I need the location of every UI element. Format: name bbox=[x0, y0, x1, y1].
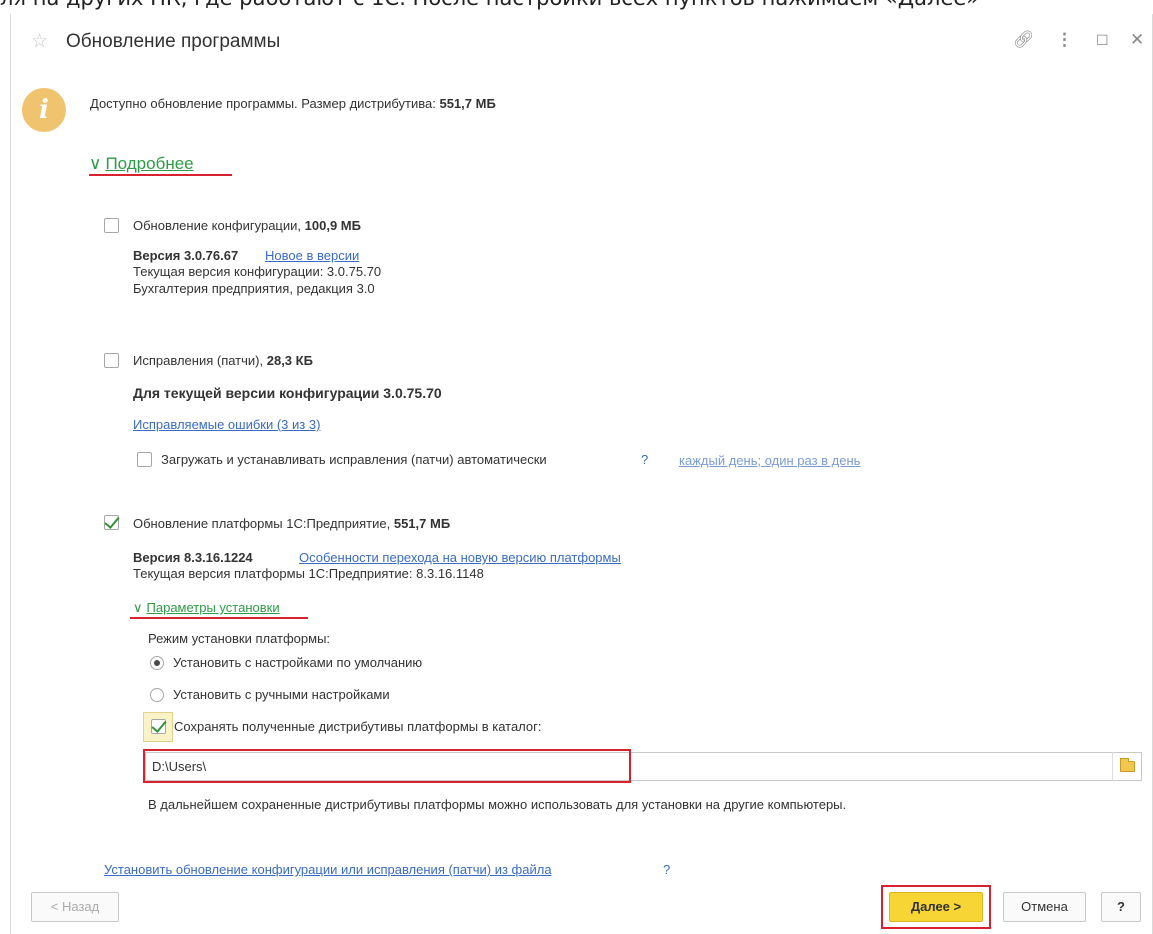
instruction-banner: ля на других ПК, где работают с 1С. Посл… bbox=[0, 0, 1153, 14]
favorite-star-icon[interactable]: ☆ bbox=[31, 30, 48, 53]
config-current-version: Текущая версия конфигурации: 3.0.75.70 bbox=[133, 264, 382, 279]
path-field-highlight bbox=[143, 749, 631, 783]
platform-update-label: Обновление платформы 1С:Предприятие, 551… bbox=[133, 516, 450, 531]
auto-patches-checkbox[interactable] bbox=[137, 452, 152, 467]
config-update-label: Обновление конфигурации, 100,9 МБ bbox=[133, 218, 361, 233]
patches-checkbox[interactable] bbox=[104, 353, 119, 368]
maximize-icon[interactable]: ☐ bbox=[1096, 32, 1109, 49]
details-underline-highlight bbox=[89, 174, 232, 176]
chevron-down-icon: ∨ bbox=[89, 154, 102, 173]
whats-new-link[interactable]: Новое в версии bbox=[265, 248, 359, 263]
help-button[interactable]: ? bbox=[1101, 892, 1141, 922]
details-toggle-link[interactable]: ∨ Подробнее bbox=[89, 154, 194, 174]
platform-update-checkbox[interactable] bbox=[104, 515, 119, 530]
install-from-file-link[interactable]: Установить обновление конфигурации или и… bbox=[104, 862, 552, 877]
patches-label-text: Исправления (патчи), bbox=[133, 353, 264, 368]
schedule-link[interactable]: каждый день; один раз в день bbox=[679, 453, 860, 468]
link-icon[interactable]: 🔗︎ bbox=[1013, 30, 1035, 50]
close-icon[interactable]: ✕ bbox=[1130, 30, 1144, 50]
fixed-errors-link[interactable]: Исправляемые ошибки (3 из 3) bbox=[133, 417, 320, 432]
platform-current-version: Текущая версия платформы 1С:Предприятие:… bbox=[133, 566, 484, 581]
distribution-size: 551,7 МБ bbox=[439, 96, 496, 111]
radio-manual-label: Установить с ручными настройками bbox=[173, 687, 390, 702]
browse-folder-button[interactable] bbox=[1112, 752, 1142, 781]
platform-label-text: Обновление платформы 1С:Предприятие, bbox=[133, 516, 391, 531]
info-text: Доступно обновление программы. Размер ди… bbox=[90, 96, 436, 111]
update-dialog bbox=[10, 14, 1153, 934]
patches-label: Исправления (патчи), 28,3 КБ bbox=[133, 353, 313, 368]
patches-size: 28,3 КБ bbox=[266, 353, 313, 368]
info-message: Доступно обновление программы. Размер ди… bbox=[90, 96, 496, 111]
install-params-label: Параметры установки bbox=[146, 600, 280, 615]
config-size: 100,9 МБ bbox=[304, 218, 361, 233]
platform-features-link[interactable]: Особенности перехода на новую версию пла… bbox=[299, 550, 621, 565]
window-title: Обновление программы bbox=[66, 31, 281, 52]
patches-for-version: Для текущей версии конфигурации 3.0.75.7… bbox=[133, 385, 442, 401]
folder-icon bbox=[1120, 758, 1135, 772]
install-from-file-help[interactable]: ? bbox=[663, 862, 670, 877]
install-mode-label: Режим установки платформы: bbox=[148, 631, 331, 646]
save-note: В дальнейшем сохраненные дистрибутивы пл… bbox=[148, 797, 847, 812]
params-underline-highlight bbox=[130, 617, 308, 619]
platform-version: Версия 8.3.16.1224 bbox=[133, 550, 253, 565]
info-icon: i bbox=[22, 88, 66, 132]
chevron-down-icon: ∨ bbox=[133, 600, 143, 615]
platform-size: 551,7 МБ bbox=[393, 516, 451, 531]
radio-default-label: Установить с настройками по умолчанию bbox=[173, 655, 423, 670]
next-button[interactable]: Далее > bbox=[889, 892, 983, 922]
config-version: Версия 3.0.76.67 bbox=[133, 248, 239, 263]
save-distributions-label: Сохранять полученные дистрибутивы платфо… bbox=[174, 719, 542, 734]
config-label-text: Обновление конфигурации, bbox=[133, 218, 302, 233]
cancel-button[interactable]: Отмена bbox=[1003, 892, 1086, 922]
install-params-toggle[interactable]: ∨ Параметры установки bbox=[133, 600, 280, 616]
radio-manual-settings[interactable] bbox=[150, 688, 164, 702]
config-update-checkbox[interactable] bbox=[104, 218, 119, 233]
back-button[interactable]: < Назад bbox=[31, 892, 119, 922]
radio-default-settings[interactable] bbox=[150, 656, 164, 670]
auto-patches-label: Загружать и устанавливать исправления (п… bbox=[161, 452, 547, 467]
auto-patches-help[interactable]: ? bbox=[641, 452, 648, 467]
config-product: Бухгалтерия предприятия, редакция 3.0 bbox=[133, 281, 375, 296]
details-label: Подробнее bbox=[105, 154, 194, 173]
more-menu-icon[interactable]: ⋮ bbox=[1056, 30, 1073, 50]
save-distributions-checkbox[interactable] bbox=[151, 719, 166, 734]
instruction-text: ля на других ПК, где работают с 1С. Посл… bbox=[0, 0, 979, 10]
